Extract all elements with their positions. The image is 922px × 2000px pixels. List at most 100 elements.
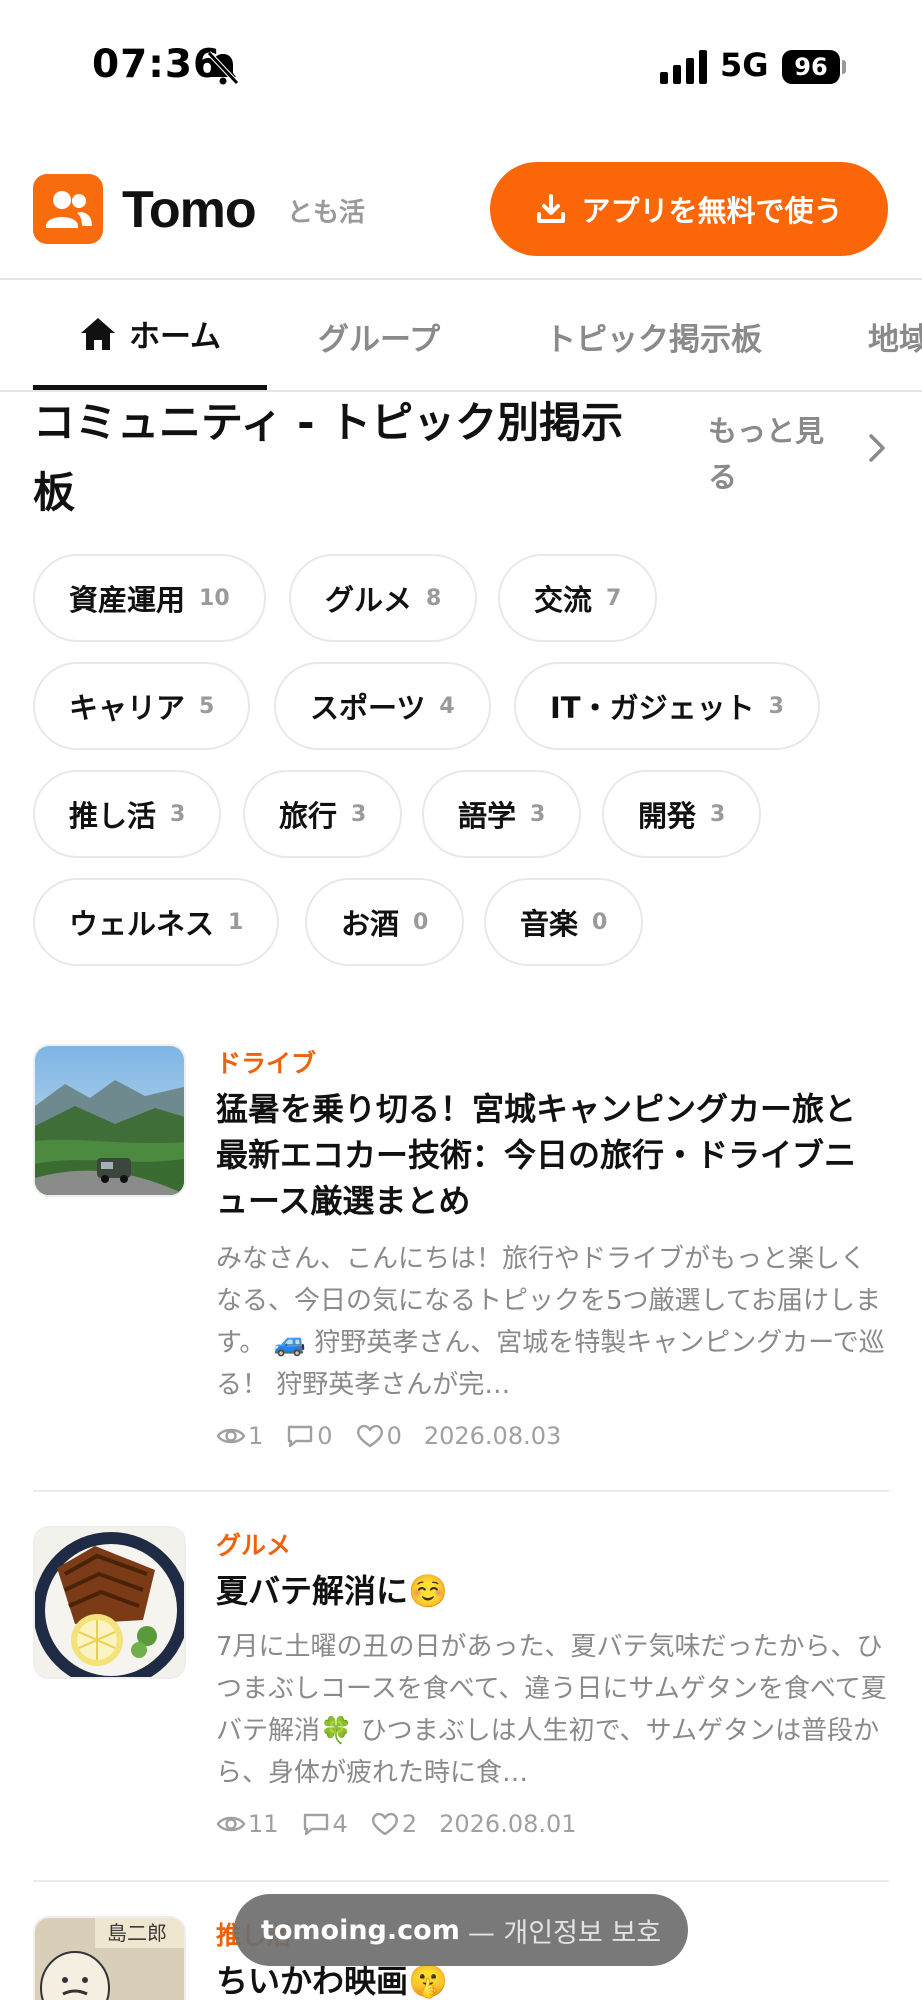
chip-asset-management[interactable]: 資産運用 10 (33, 554, 266, 642)
chip-travel[interactable]: 旅行 3 (243, 770, 403, 858)
chip-label: 語学 (458, 799, 517, 833)
chip-count: 5 (199, 693, 215, 719)
character-sign-image: 島二郎 (35, 1918, 184, 2000)
battery-cap (842, 60, 846, 74)
tab-group[interactable]: グループ (318, 282, 440, 390)
comment-count: 4 (301, 1810, 348, 1838)
chip-count: 3 (170, 801, 186, 827)
get-app-label: アプリを無料で使う (581, 194, 843, 228)
view-count: 1 (216, 1422, 263, 1450)
post-excerpt: みなさん、こんにちは！旅行やドライブがもっと楽しくなる、今日の気になるトピックを… (216, 1244, 885, 1400)
eye-icon (216, 1428, 246, 1444)
chip-count: 8 (426, 585, 442, 611)
post-excerpt: 7月に土曜の丑の日があった、夏バテ気味だったから、ひつまぶしコースを食べて、違う… (216, 1632, 887, 1788)
chip-music[interactable]: 音楽 0 (484, 878, 644, 966)
chip-language[interactable]: 語学 3 (422, 770, 582, 858)
comment-count-value: 4 (332, 1810, 348, 1838)
post-divider (33, 1880, 889, 1882)
chip-label: 開発 (638, 799, 697, 833)
status-time: 07:36 (92, 42, 222, 87)
chip-count: 3 (768, 693, 784, 719)
chip-exchange[interactable]: 交流 7 (498, 554, 658, 642)
thumbnail-sign-text: 島二郎 (107, 1921, 167, 1945)
mountain-road-image (35, 1046, 184, 1195)
chip-wellness[interactable]: ウェルネス 1 (33, 878, 280, 966)
food-image (35, 1528, 184, 1677)
comment-count-value: 0 (317, 1422, 333, 1450)
app-header: Tomo とも活 アプリを無料で使う (0, 150, 922, 280)
eye-icon (216, 1816, 246, 1832)
people-icon (46, 191, 92, 228)
chip-label: 旅行 (279, 799, 338, 833)
toast-note: — 개인정보 보호 (467, 1917, 662, 1949)
chip-gourmet[interactable]: グルメ 8 (289, 554, 478, 642)
home-icon (80, 317, 115, 350)
post-meta: 11 4 2 2026.08.01 (216, 1810, 599, 1838)
chip-sports[interactable]: スポーツ 4 (274, 662, 491, 750)
chip-label: 推し活 (69, 799, 157, 833)
post-category: ドライブ (216, 1049, 317, 1078)
post-date: 2026.08.03 (423, 1422, 562, 1450)
chip-label: ウェルネス (69, 907, 215, 941)
chip-alcohol[interactable]: お酒 0 (305, 878, 465, 966)
chip-label: 資産運用 (69, 583, 186, 617)
post-meta: 1 0 0 2026.08.03 (216, 1422, 583, 1450)
post-thumbnail[interactable] (33, 1526, 186, 1679)
post-item[interactable]: ドライブ 猛暑を乗り切る！宮城キャンピングカー旅と最新エコカー技術：今日の旅行・… (33, 1044, 889, 1464)
see-more-link[interactable]: もっと見る (708, 408, 828, 500)
chip-count: 3 (351, 801, 367, 827)
chip-count: 0 (592, 909, 608, 935)
signal-icon (660, 50, 707, 84)
nav-tabs: ホーム グループ トピック掲示板 地域 (0, 282, 922, 392)
view-count-value: 1 (248, 1422, 264, 1450)
like-count-value: 0 (386, 1422, 402, 1450)
chip-count: 0 (413, 909, 429, 935)
chip-label: キャリア (69, 691, 186, 725)
chevron-right-icon[interactable] (866, 432, 888, 464)
tab-home[interactable]: ホーム (33, 282, 267, 390)
chip-it-gadget[interactable]: IT・ガジェット 3 (514, 662, 820, 750)
like-count-value: 2 (401, 1810, 418, 1838)
chip-count: 3 (530, 801, 546, 827)
chip-count: 3 (710, 801, 726, 827)
post-thumbnail[interactable] (33, 1044, 186, 1197)
section-title: コミュニティ - トピック別掲示板 (33, 398, 624, 517)
network-label: 5G (720, 46, 769, 84)
battery-indicator: 96 (782, 50, 840, 84)
get-app-button[interactable]: アプリを無料で使う (490, 162, 888, 256)
chip-career[interactable]: キャリア 5 (33, 662, 251, 750)
chip-count: 1 (228, 909, 244, 935)
post-title[interactable]: 猛暑を乗り切る！宮城キャンピングカー旅と最新エコカー技術：今日の旅行・ドライブニ… (216, 1086, 886, 1224)
post-thumbnail[interactable]: 島二郎 (33, 1916, 186, 2000)
comment-icon (303, 1813, 328, 1836)
tab-topic-board[interactable]: トピック掲示板 (545, 282, 762, 390)
chip-count: 10 (199, 585, 230, 611)
like-count: 0 (355, 1422, 402, 1450)
logo-icon[interactable] (33, 174, 103, 244)
tab-home-label: ホーム (128, 319, 222, 355)
chip-oshikatsu[interactable]: 推し活 3 (33, 770, 222, 858)
post-category: グルメ (216, 1531, 292, 1560)
comment-count: 0 (285, 1422, 333, 1450)
chip-label: グルメ (325, 583, 413, 617)
status-bar: 07:36 5G 96 (0, 0, 922, 130)
chip-label: 交流 (534, 583, 593, 617)
like-count: 2 (370, 1810, 417, 1838)
brand-name[interactable]: Tomo (122, 180, 257, 240)
privacy-toast: tomoing.com — 개인정보 보호 (234, 1894, 688, 1966)
chip-count: 4 (439, 693, 455, 719)
comment-icon (288, 1425, 313, 1448)
post-divider (33, 1490, 889, 1492)
tab-region[interactable]: 地域 (868, 282, 922, 390)
view-count-value: 11 (248, 1810, 279, 1838)
chip-count: 7 (606, 585, 622, 611)
chip-development[interactable]: 開発 3 (602, 770, 762, 858)
heart-icon (356, 1424, 383, 1448)
post-date: 2026.08.01 (439, 1810, 577, 1838)
post-title[interactable]: 夏バテ解消に☺️ (216, 1568, 886, 1614)
download-icon (537, 194, 566, 223)
post-item[interactable]: グルメ 夏バテ解消に☺️ 7月に土曜の丑の日があった、夏バテ気味だったから、ひつ… (33, 1526, 889, 1866)
toast-domain: tomoing.com (260, 1914, 460, 1946)
chip-label: IT・ガジェット (550, 691, 755, 725)
bell-muted-icon (207, 51, 239, 85)
